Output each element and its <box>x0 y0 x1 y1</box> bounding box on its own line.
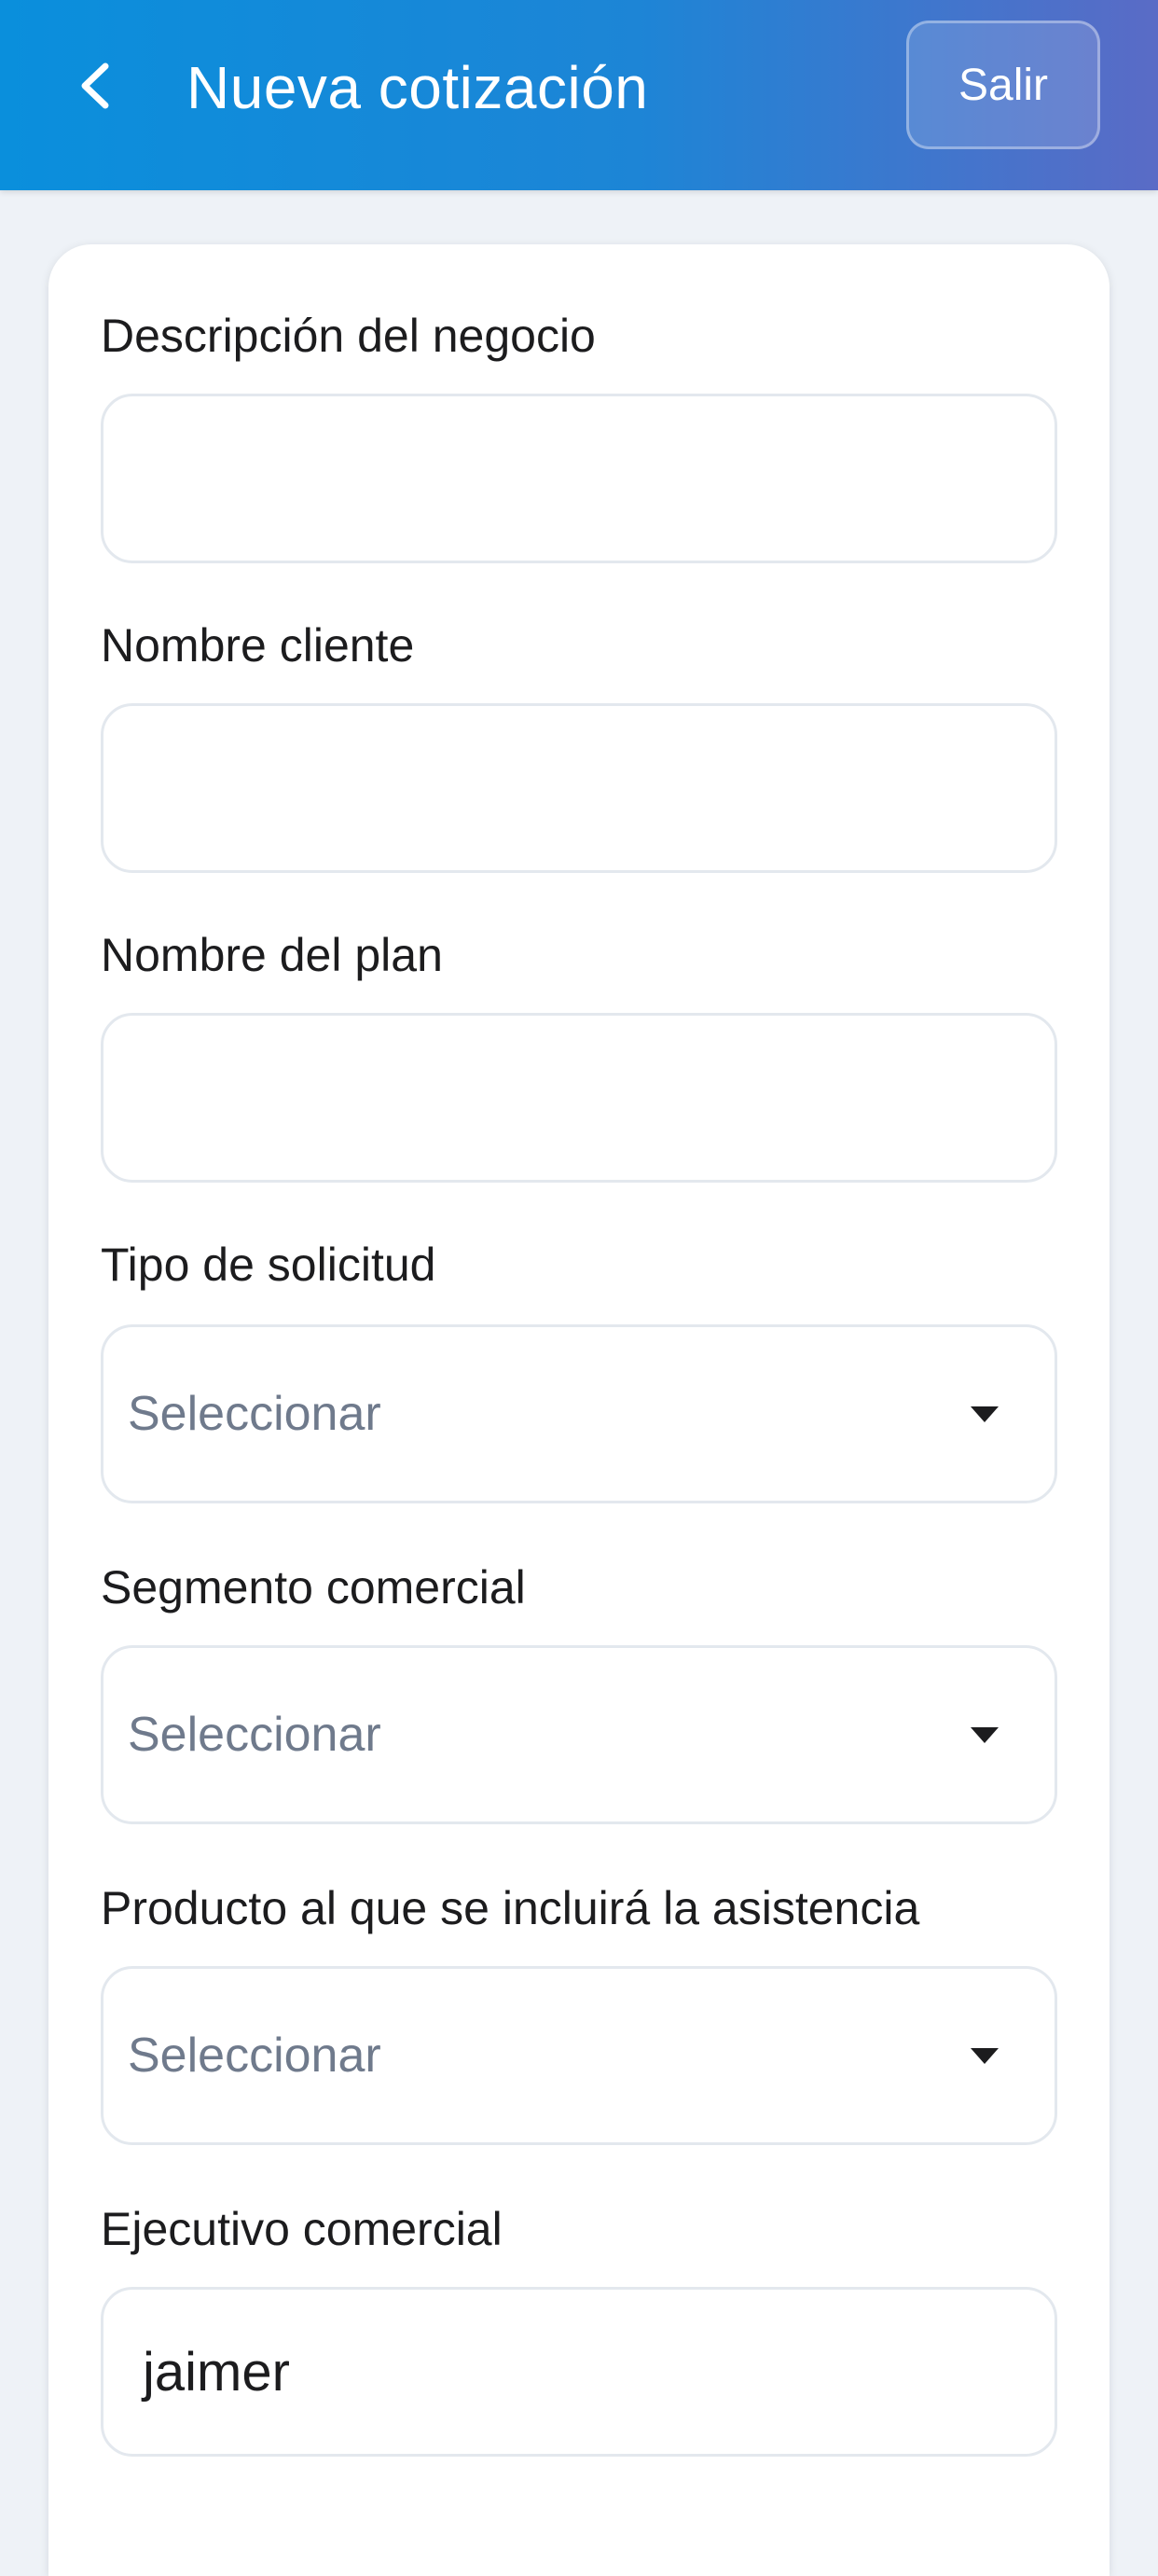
executive-label: Ejecutivo comercial <box>101 2203 503 2255</box>
request-type-select[interactable]: Seleccionar <box>101 1324 1057 1503</box>
chevron-left-icon <box>81 62 109 109</box>
commercial-segment-placeholder: Seleccionar <box>128 1708 381 1762</box>
product-label: Producto al que se incluirá la asistenci… <box>101 1882 920 1934</box>
caret-down-icon <box>971 1406 999 1422</box>
commercial-segment-label: Segmento comercial <box>101 1561 526 1613</box>
executive-input[interactable]: jaimer <box>101 2287 1057 2457</box>
plan-name-label: Nombre del plan <box>101 929 443 981</box>
exit-button[interactable]: Salir <box>906 21 1100 149</box>
commercial-segment-select[interactable]: Seleccionar <box>101 1645 1057 1824</box>
request-type-placeholder: Seleccionar <box>128 1387 381 1441</box>
business-description-input[interactable] <box>101 394 1057 563</box>
plan-name-input[interactable] <box>101 1013 1057 1183</box>
client-name-label: Nombre cliente <box>101 619 415 672</box>
back-button[interactable] <box>58 43 132 129</box>
page-title: Nueva cotización <box>186 54 649 121</box>
app-header: Nueva cotización Salir <box>0 0 1158 190</box>
executive-value: jaimer <box>143 2341 290 2403</box>
caret-down-icon <box>971 1727 999 1743</box>
product-placeholder: Seleccionar <box>128 2029 381 2083</box>
request-type-label: Tipo de solicitud <box>101 1239 436 1291</box>
product-select[interactable]: Seleccionar <box>101 1966 1057 2145</box>
client-name-input[interactable] <box>101 703 1057 873</box>
caret-down-icon <box>971 2048 999 2064</box>
business-description-label: Descripción del negocio <box>101 310 596 362</box>
